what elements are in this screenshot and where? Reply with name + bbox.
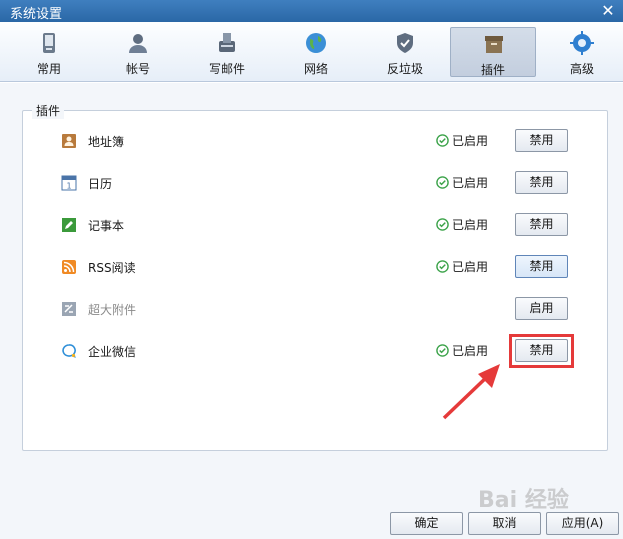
- check-circle-icon: [436, 176, 449, 189]
- tab-advanced[interactable]: 高级: [539, 27, 623, 77]
- plugin-status-label: 已启用: [452, 344, 489, 358]
- box-icon: [485, 36, 503, 53]
- plugins-panel: 插件 地址簿 已启用 禁用 1 日历 已启用 禁用 记事本 已启用 禁用 RSS…: [0, 83, 623, 506]
- disable-button[interactable]: 禁用: [515, 129, 568, 152]
- enable-button[interactable]: 启用: [515, 297, 568, 320]
- phone-icon: [43, 33, 55, 53]
- attachment-icon: [62, 302, 76, 316]
- plugin-status-label: 已启用: [452, 134, 489, 148]
- plugin-row-addressbook: 地址簿 已启用 禁用: [23, 126, 609, 156]
- disable-button[interactable]: 禁用: [515, 171, 568, 194]
- check-circle-icon: [436, 260, 449, 273]
- arrow-annotation: [442, 364, 500, 420]
- close-icon[interactable]: ✕: [598, 1, 618, 21]
- tab-plugins[interactable]: 插件: [450, 27, 536, 77]
- globe-icon: [306, 33, 326, 53]
- tab-compose[interactable]: 写邮件: [184, 27, 270, 77]
- check-circle-icon: [436, 134, 449, 147]
- window-title: 系统设置: [10, 7, 63, 22]
- plugin-status: 已启用: [436, 174, 488, 191]
- gear-icon: [570, 31, 594, 55]
- plugin-name: 地址簿: [88, 135, 125, 149]
- notepad-icon: [62, 218, 76, 232]
- tab-antispam[interactable]: 反垃圾: [362, 27, 448, 77]
- check-circle-icon: [436, 344, 449, 357]
- watermark: Bai 经验: [478, 488, 569, 513]
- user-icon: [129, 34, 147, 53]
- tab-account-label: 帐号: [125, 62, 150, 76]
- plugin-name: 记事本: [88, 219, 125, 233]
- plugin-name: 日历: [88, 177, 113, 191]
- plugin-row-large-attachment: 超大附件 启用: [23, 294, 609, 324]
- tab-general-label: 常用: [36, 62, 61, 76]
- addressbook-icon: [62, 134, 76, 148]
- plugin-status: 已启用: [436, 132, 488, 149]
- plugin-status: 已启用: [436, 258, 488, 275]
- compose-icon: [219, 33, 235, 52]
- plugin-name: 超大附件: [88, 303, 137, 317]
- tab-plugins-label: 插件: [480, 63, 505, 77]
- plugin-row-rss: RSS阅读 已启用 禁用: [23, 252, 609, 282]
- cancel-button[interactable]: 取消: [468, 512, 541, 535]
- tab-compose-label: 写邮件: [208, 62, 245, 76]
- ok-button[interactable]: 确定: [390, 512, 463, 535]
- tab-general[interactable]: 常用: [6, 27, 92, 77]
- check-circle-icon: [436, 218, 449, 231]
- title-bar: 系统设置 ✕: [0, 0, 623, 22]
- rss-icon: [62, 260, 76, 274]
- plugin-name: RSS阅读: [88, 261, 136, 275]
- plugin-row-notepad: 记事本 已启用 禁用: [23, 210, 609, 240]
- tab-network[interactable]: 网络: [273, 27, 359, 77]
- apply-button[interactable]: 应用(A): [546, 512, 619, 535]
- plugin-status-label: 已启用: [452, 260, 489, 274]
- plugin-status-label: 已启用: [452, 176, 489, 190]
- calendar-icon: 1: [61, 175, 77, 191]
- settings-toolbar: 常用 帐号 写邮件 网络 反垃圾 插件 高级: [0, 22, 623, 82]
- plugin-status: 已启用: [436, 342, 488, 359]
- plugin-name: 企业微信: [88, 345, 137, 359]
- wecom-icon: [62, 344, 76, 358]
- plugin-status-label: 已启用: [452, 218, 489, 232]
- highlight-box: [509, 334, 574, 368]
- svg-text:1: 1: [66, 182, 71, 191]
- shield-icon: [397, 33, 413, 53]
- disable-button[interactable]: 禁用: [515, 213, 568, 236]
- plugin-status: 已启用: [436, 216, 488, 233]
- plugin-row-calendar: 1 日历 已启用 禁用: [23, 168, 609, 198]
- disable-button[interactable]: 禁用: [515, 255, 568, 278]
- tab-account[interactable]: 帐号: [95, 27, 181, 77]
- plugins-group-legend: 插件: [32, 102, 65, 119]
- tab-advanced-label: 高级: [569, 62, 594, 76]
- tab-network-label: 网络: [303, 62, 328, 76]
- tab-antispam-label: 反垃圾: [386, 62, 423, 76]
